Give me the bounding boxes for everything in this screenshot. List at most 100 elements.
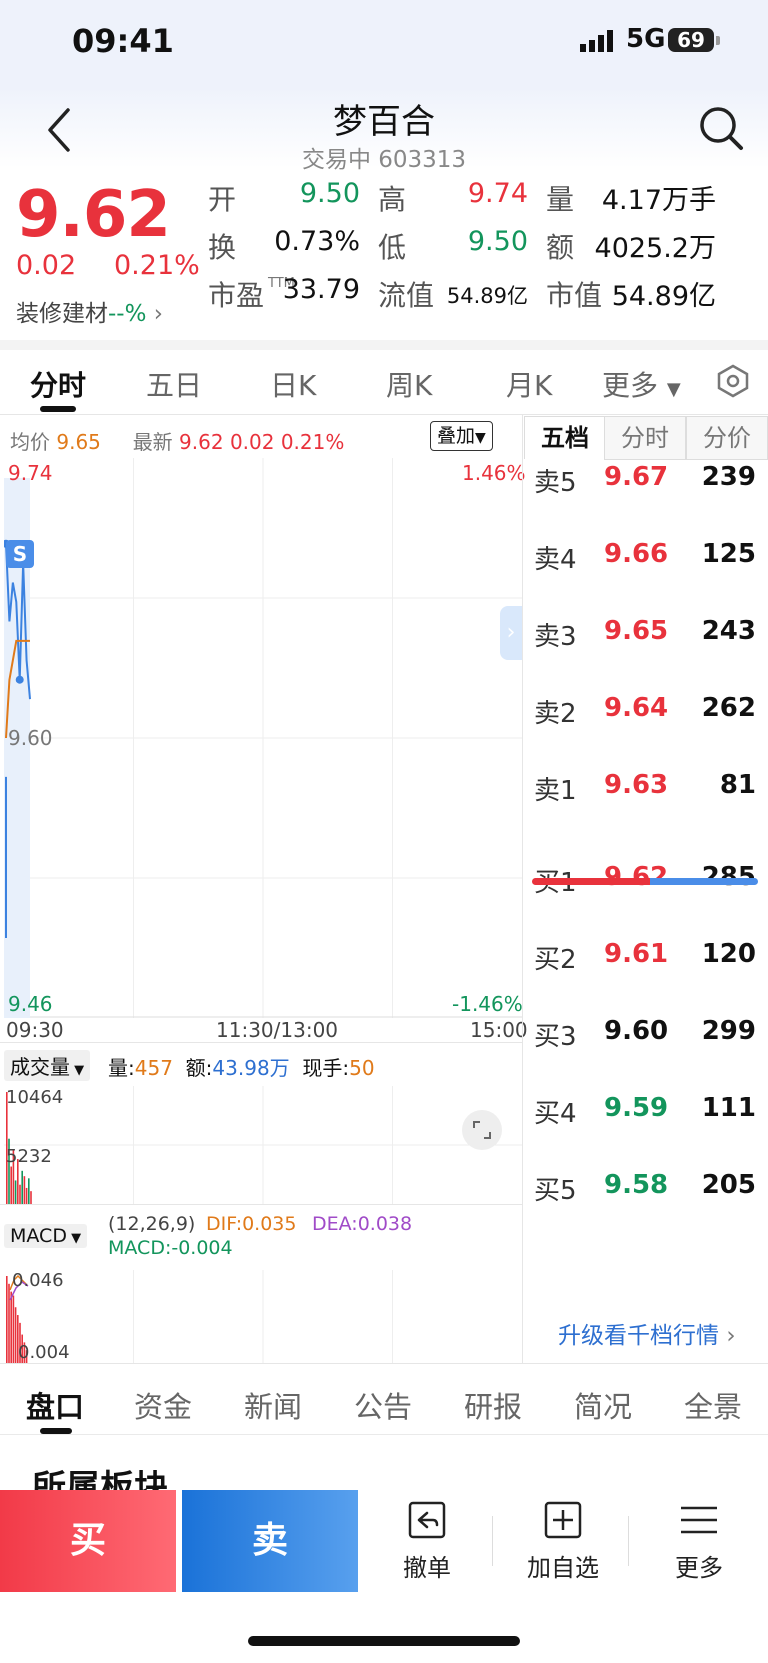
more-button[interactable]: 更多 bbox=[644, 1500, 754, 1583]
y-axis-mid: 9.60 bbox=[8, 726, 53, 750]
more-label: 更多 bbox=[675, 1554, 723, 1582]
overlay-button[interactable]: 叠加▼ bbox=[430, 421, 493, 451]
divider bbox=[0, 1204, 522, 1205]
tab-daily-k[interactable]: 日K bbox=[270, 364, 316, 404]
latest-pct: 0.21% bbox=[280, 430, 345, 454]
sector-link[interactable]: 装修建材--% › bbox=[16, 294, 163, 328]
caret-down-icon: ▼ bbox=[666, 379, 681, 400]
tab-funds[interactable]: 资金 bbox=[134, 1384, 192, 1426]
signal-badge[interactable]: S bbox=[6, 540, 34, 568]
stat-label: 市盈 bbox=[208, 279, 265, 312]
tab-news[interactable]: 新闻 bbox=[244, 1384, 302, 1426]
vol-value: 457 bbox=[134, 1056, 173, 1080]
bid-price[interactable]: 9.59 bbox=[604, 1093, 668, 1123]
ask-level-label: 卖4 bbox=[534, 545, 577, 575]
macd-bar bbox=[6, 1276, 8, 1364]
macd-value: MACD:-0.004 bbox=[108, 1237, 233, 1259]
ask-price[interactable]: 9.65 bbox=[604, 616, 668, 646]
bid-level-label: 买3 bbox=[534, 1022, 577, 1052]
macd-dea: DEA:0.038 bbox=[312, 1213, 413, 1235]
tab-weekly-k[interactable]: 周K bbox=[386, 364, 432, 404]
y-axis-top: 9.74 bbox=[8, 461, 53, 485]
macd-dif: DIF:0.035 bbox=[206, 1213, 297, 1235]
caret-down-icon: ▼ bbox=[66, 1231, 82, 1246]
divider bbox=[492, 1516, 493, 1566]
bid-level-label: 买5 bbox=[534, 1176, 577, 1206]
sell-button[interactable]: 卖 bbox=[182, 1490, 358, 1592]
stat-value: 9.50 bbox=[299, 178, 360, 209]
chevron-right-icon: › bbox=[726, 1323, 736, 1349]
upgrade-depth-link[interactable]: 升级看千档行情 › bbox=[558, 1316, 736, 1350]
stat-value: 9.74 bbox=[467, 178, 528, 209]
tab-panel[interactable]: 盘口 bbox=[26, 1384, 84, 1426]
divider bbox=[522, 415, 523, 1363]
ob-tab-ticks[interactable]: 分时 bbox=[604, 416, 686, 460]
chevron-right-icon: › bbox=[506, 620, 516, 645]
bid-price[interactable]: 9.60 bbox=[604, 1016, 668, 1046]
chart-settings-icon[interactable] bbox=[716, 364, 750, 402]
macd-y-top: 0.046 bbox=[12, 1270, 64, 1291]
bid-price[interactable]: 9.61 bbox=[604, 939, 668, 969]
ob-tab-price-dist[interactable]: 分价 bbox=[686, 416, 768, 460]
tab-announcements[interactable]: 公告 bbox=[354, 1384, 412, 1426]
battery-tip bbox=[716, 36, 720, 45]
ask-volume: 81 bbox=[719, 770, 756, 800]
avg-value: 9.65 bbox=[56, 430, 101, 454]
status-time: 09:41 bbox=[72, 22, 174, 60]
stat-label: 市值 bbox=[546, 279, 603, 312]
macd-selector[interactable]: MACD ▼ bbox=[4, 1224, 88, 1248]
network-label: 5G bbox=[626, 24, 666, 54]
back-icon[interactable] bbox=[38, 100, 82, 160]
home-indicator[interactable] bbox=[248, 1636, 520, 1646]
trading-status: 交易中 bbox=[301, 147, 371, 173]
stock-code: 603313 bbox=[378, 147, 467, 173]
macd-bar bbox=[14, 1307, 17, 1364]
volume-bar bbox=[28, 1178, 30, 1204]
tab-five-day[interactable]: 五日 bbox=[146, 364, 202, 404]
tab-monthly-k[interactable]: 月K bbox=[506, 364, 552, 404]
stat-label: 流值 bbox=[378, 279, 435, 312]
expand-panel-handle[interactable]: › bbox=[500, 606, 522, 660]
search-icon[interactable] bbox=[698, 104, 746, 154]
pct-axis-bottom: -1.46% bbox=[452, 992, 523, 1016]
volume-selector-label: 成交量 bbox=[10, 1055, 70, 1079]
tab-intraday[interactable]: 分时 bbox=[30, 364, 86, 404]
amt-value: 43.98万 bbox=[212, 1056, 290, 1080]
ask-price[interactable]: 9.63 bbox=[604, 770, 668, 800]
sector-name: 装修建材 bbox=[16, 301, 108, 327]
fullscreen-icon[interactable] bbox=[462, 1110, 502, 1150]
bid-price[interactable]: 9.62 bbox=[604, 862, 668, 892]
intraday-chart[interactable] bbox=[4, 458, 522, 1018]
tab-more[interactable]: 更多 ▼ bbox=[602, 364, 681, 404]
volume-selector[interactable]: 成交量 ▼ bbox=[4, 1050, 91, 1081]
volume-bar bbox=[30, 1191, 32, 1204]
bid-price[interactable]: 9.58 bbox=[604, 1170, 668, 1200]
avg-label: 均价 bbox=[10, 430, 50, 454]
volume-chart bbox=[4, 1086, 522, 1204]
macd-params: (12,26,9) bbox=[108, 1213, 196, 1235]
add-watchlist-label: 加自选 bbox=[527, 1554, 599, 1582]
volume-bar bbox=[25, 1187, 28, 1204]
tab-panorama[interactable]: 全景 bbox=[684, 1384, 742, 1426]
buy-button[interactable]: 买 bbox=[0, 1490, 176, 1592]
stat-label: 换 bbox=[208, 231, 237, 264]
ob-tab-depth[interactable]: 五档 bbox=[524, 416, 606, 459]
price-change-pct: 0.21% bbox=[114, 250, 200, 281]
volume-y-mid: 5232 bbox=[6, 1146, 52, 1167]
macd-selector-label: MACD bbox=[10, 1225, 67, 1247]
cancel-order-button[interactable]: 撤单 bbox=[372, 1500, 482, 1583]
amt-label: 额: bbox=[185, 1056, 213, 1080]
ask-price[interactable]: 9.66 bbox=[604, 539, 668, 569]
tab-underline bbox=[40, 406, 76, 412]
tab-research[interactable]: 研报 bbox=[464, 1384, 522, 1426]
stat-label: 额 bbox=[546, 231, 575, 264]
ask-price[interactable]: 9.67 bbox=[604, 462, 668, 492]
add-watchlist-button[interactable]: 加自选 bbox=[508, 1500, 618, 1583]
add-icon bbox=[544, 1501, 582, 1539]
tab-profile[interactable]: 简况 bbox=[574, 1384, 632, 1426]
divider bbox=[0, 1434, 768, 1435]
ask-price[interactable]: 9.64 bbox=[604, 693, 668, 723]
volume-bar bbox=[23, 1176, 26, 1204]
ask-level-label: 卖5 bbox=[534, 468, 577, 498]
ask-volume: 239 bbox=[701, 462, 756, 492]
